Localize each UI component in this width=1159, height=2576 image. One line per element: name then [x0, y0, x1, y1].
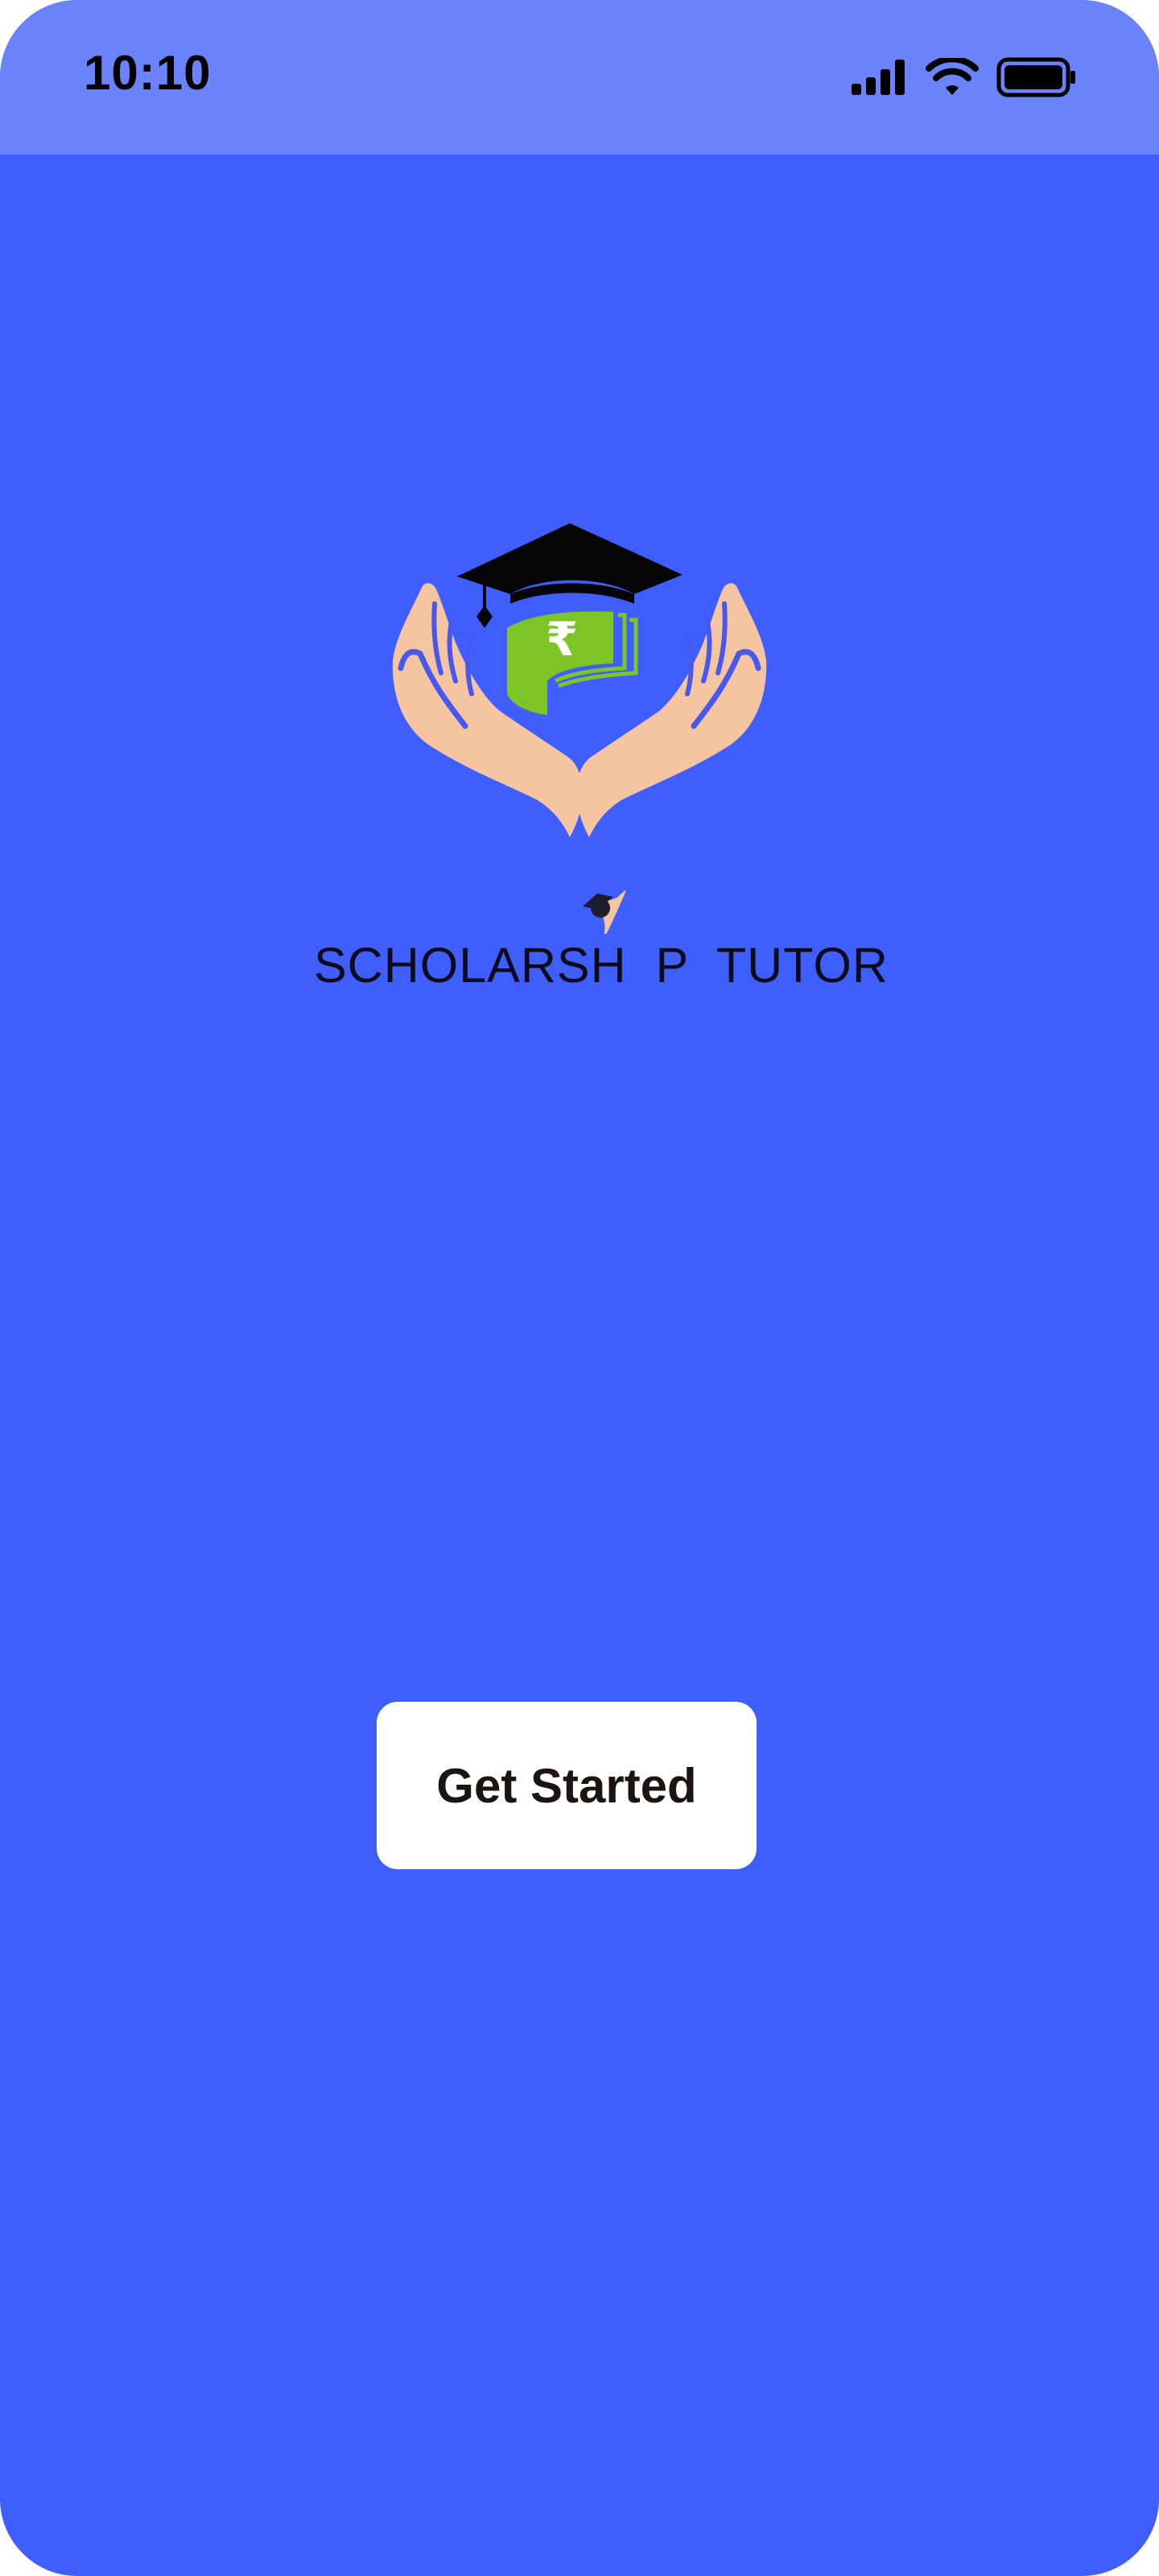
- wifi-icon: [926, 58, 979, 95]
- logo-wordmark: SCHOLARSH P TUTOR: [314, 938, 889, 993]
- rupee-note-icon: ₹: [507, 611, 638, 715]
- status-bar: 10:10: [0, 0, 1159, 155]
- logo-emblem: ₹: [392, 523, 767, 942]
- app-logo: ₹ SCHOLARSH P TUTOR: [314, 515, 889, 1014]
- app-screen: 10:10 ₹ SCHOLARSH P TUTOR Get Started: [0, 0, 1159, 2576]
- get-started-button[interactable]: Get Started: [377, 1702, 757, 1869]
- status-time: 10:10: [84, 46, 212, 100]
- battery-icon: [996, 57, 1075, 97]
- rupee-symbol: ₹: [546, 612, 578, 667]
- status-icons: [852, 53, 1077, 101]
- student-figure-icon: [583, 890, 626, 942]
- signal-icon: [852, 60, 905, 95]
